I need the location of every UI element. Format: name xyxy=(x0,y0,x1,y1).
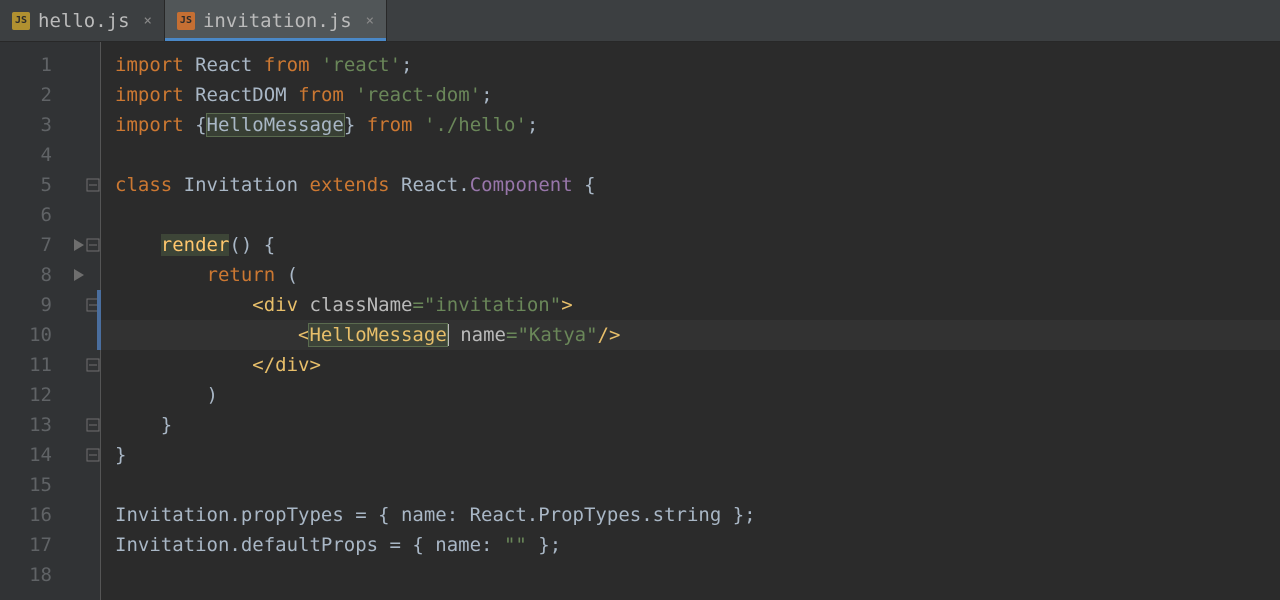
line-number: 8 xyxy=(0,260,100,290)
fold-minus-icon[interactable] xyxy=(86,238,100,252)
code-line: ) xyxy=(101,380,1280,410)
tab-label: invitation.js xyxy=(203,10,352,32)
line-number: 9 xyxy=(0,290,100,320)
code-line xyxy=(101,560,1280,590)
fold-minus-icon[interactable] xyxy=(86,178,100,192)
js-file-icon: JS xyxy=(12,12,30,30)
line-number: 12 xyxy=(0,380,100,410)
line-number: 5 xyxy=(0,170,100,200)
fold-close-icon[interactable] xyxy=(86,448,100,462)
run-gutter-icon[interactable] xyxy=(72,268,86,282)
code-line: Invitation.propTypes = { name: React.Pro… xyxy=(101,500,1280,530)
line-number: 14 xyxy=(0,440,100,470)
code-area[interactable]: import React from 'react'; import ReactD… xyxy=(100,42,1280,600)
code-line: <div className="invitation"> xyxy=(101,290,1280,320)
gutter: 1 2 3 4 5 6 7 8 9 10 11 12 13 14 15 16 1… xyxy=(0,42,100,600)
tab-label: hello.js xyxy=(38,10,130,32)
code-line: import ReactDOM from 'react-dom'; xyxy=(101,80,1280,110)
code-line: Invitation.defaultProps = { name: "" }; xyxy=(101,530,1280,560)
tab-invitation-js[interactable]: JS invitation.js × xyxy=(165,0,387,41)
tab-bar: JS hello.js × JS invitation.js × xyxy=(0,0,1280,42)
code-line: </div> xyxy=(101,350,1280,380)
code-line: render() { xyxy=(101,230,1280,260)
line-number: 16 xyxy=(0,500,100,530)
code-line xyxy=(101,200,1280,230)
fold-close-icon[interactable] xyxy=(86,358,100,372)
change-marker xyxy=(97,290,101,350)
line-number: 6 xyxy=(0,200,100,230)
code-line xyxy=(101,470,1280,500)
code-line: import React from 'react'; xyxy=(101,50,1280,80)
code-editor[interactable]: 1 2 3 4 5 6 7 8 9 10 11 12 13 14 15 16 1… xyxy=(0,42,1280,600)
line-number: 11 xyxy=(0,350,100,380)
code-line xyxy=(101,140,1280,170)
close-icon[interactable]: × xyxy=(144,13,152,29)
line-number: 4 xyxy=(0,140,100,170)
line-number: 1 xyxy=(0,50,100,80)
code-line: } xyxy=(101,410,1280,440)
line-number: 17 xyxy=(0,530,100,560)
code-line: } xyxy=(101,440,1280,470)
code-line: class Invitation extends React.Component… xyxy=(101,170,1280,200)
line-number: 18 xyxy=(0,560,100,590)
js-file-icon: JS xyxy=(177,12,195,30)
line-number: 15 xyxy=(0,470,100,500)
code-line: import {HelloMessage} from './hello'; xyxy=(101,110,1280,140)
code-line: return ( xyxy=(101,260,1280,290)
run-gutter-icon[interactable] xyxy=(72,238,86,252)
close-icon[interactable]: × xyxy=(366,13,374,29)
code-line-current: <HelloMessage name="Katya"/> xyxy=(101,320,1280,350)
line-number: 13 xyxy=(0,410,100,440)
line-number: 3 xyxy=(0,110,100,140)
line-number: 10 xyxy=(0,320,100,350)
fold-close-icon[interactable] xyxy=(86,418,100,432)
line-number: 7 xyxy=(0,230,100,260)
line-number: 2 xyxy=(0,80,100,110)
tab-hello-js[interactable]: JS hello.js × xyxy=(0,0,165,41)
